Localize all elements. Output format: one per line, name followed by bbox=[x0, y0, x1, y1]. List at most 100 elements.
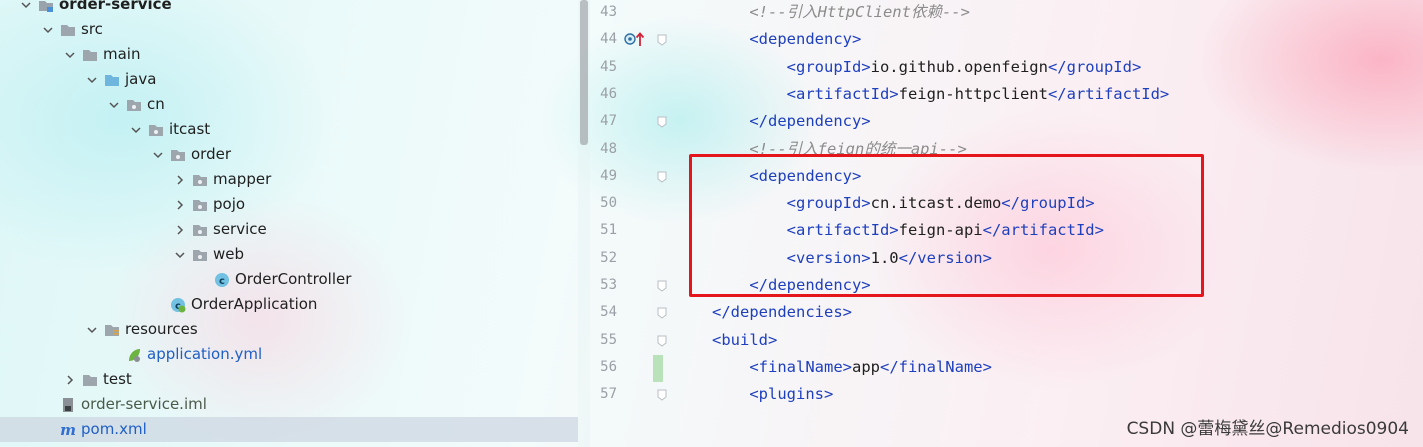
module-icon bbox=[38, 0, 54, 13]
xml-tag: </artifactId> bbox=[1047, 84, 1170, 103]
tree-item-label: mapper bbox=[213, 170, 272, 188]
tree-item-pom-xml[interactable]: m pom.xml bbox=[0, 417, 578, 442]
tree-item-label: test bbox=[103, 370, 132, 388]
tree-item-label: java bbox=[125, 70, 157, 88]
chevron-down-icon[interactable] bbox=[174, 249, 186, 261]
resources-folder-icon bbox=[104, 322, 120, 338]
tree-item-label: cn bbox=[147, 95, 165, 113]
tree-item-label: src bbox=[81, 20, 103, 38]
tree-item-label: pom.xml bbox=[81, 420, 147, 438]
changed-line-marker bbox=[653, 355, 663, 382]
line-number: 54 bbox=[600, 304, 617, 321]
watermark-text: CSDN @蕾梅黛丝@Remedios0904 bbox=[1126, 419, 1409, 439]
code-line[interactable]: <dependency> bbox=[712, 26, 861, 53]
implementation-gutter-icon[interactable] bbox=[624, 31, 646, 47]
line-number: 55 bbox=[600, 331, 617, 348]
tree-item-label: service bbox=[213, 220, 267, 238]
xml-tag: </dependencies> bbox=[712, 303, 852, 322]
xml-tag: </dependency> bbox=[712, 112, 871, 131]
line-number: 45 bbox=[600, 58, 617, 75]
chevron-down-icon[interactable] bbox=[152, 149, 164, 161]
folder-icon bbox=[82, 372, 98, 388]
folder-icon bbox=[60, 22, 76, 38]
project-scrollbar-thumb[interactable] bbox=[580, 0, 588, 145]
tree-item-order-service-iml[interactable]: order-service.iml bbox=[0, 392, 578, 417]
source-folder-icon bbox=[104, 72, 120, 88]
project-tree-panel: order-service src main java cn itcast order map… bbox=[0, 0, 578, 447]
tree-item-label: order-service bbox=[59, 0, 172, 13]
line-number: 52 bbox=[600, 249, 617, 266]
package-icon bbox=[170, 147, 186, 163]
tree-item-label: resources bbox=[125, 320, 198, 338]
tree-item-resources[interactable]: resources bbox=[0, 317, 578, 342]
xml-tag: <finalName> bbox=[712, 357, 852, 376]
chevron-down-icon[interactable] bbox=[42, 24, 54, 36]
code-line[interactable]: <plugins> bbox=[712, 381, 833, 408]
xml-tag: <plugins> bbox=[712, 385, 834, 404]
tree-item-application-yml[interactable]: application.yml bbox=[0, 342, 578, 367]
code-line[interactable]: </dependencies> bbox=[712, 299, 852, 326]
xml-tag: </finalName> bbox=[879, 357, 992, 376]
tree-item-pojo[interactable]: pojo bbox=[0, 192, 578, 217]
chevron-down-icon[interactable] bbox=[20, 0, 32, 11]
line-number: 57 bbox=[600, 386, 617, 403]
tree-item-mapper[interactable]: mapper bbox=[0, 167, 578, 192]
tree-item-order-service[interactable]: order-service bbox=[0, 0, 578, 17]
tree-item-main[interactable]: main bbox=[0, 42, 578, 67]
code-line[interactable]: <finalName>app</finalName> bbox=[712, 354, 992, 381]
tree-item-orderapplication[interactable]: c OrderApplication bbox=[0, 292, 578, 317]
iml-icon bbox=[60, 397, 76, 413]
chevron-down-icon[interactable] bbox=[130, 124, 142, 136]
package-icon bbox=[192, 197, 208, 213]
tree-item-label: pojo bbox=[213, 195, 246, 213]
tree-item-label: OrderController bbox=[235, 270, 352, 288]
svg-text:c: c bbox=[219, 276, 225, 287]
chevron-right-icon[interactable] bbox=[174, 174, 186, 186]
line-number: 50 bbox=[600, 195, 617, 212]
line-number: 49 bbox=[600, 167, 617, 184]
tree-item-web[interactable]: web bbox=[0, 242, 578, 267]
line-number: 56 bbox=[600, 358, 617, 375]
chevron-right-icon[interactable] bbox=[64, 374, 76, 386]
tree-item-java[interactable]: java bbox=[0, 67, 578, 92]
tree-item-test[interactable]: test bbox=[0, 367, 578, 392]
tree-item-cn[interactable]: cn bbox=[0, 92, 578, 117]
tree-item-label: main bbox=[103, 45, 141, 63]
tree-item-ordercontroller[interactable]: c OrderController bbox=[0, 267, 578, 292]
xml-tag: <artifactId> bbox=[712, 84, 899, 103]
xml-text: app bbox=[851, 357, 880, 376]
tree-item-service[interactable]: service bbox=[0, 217, 578, 242]
tree-item-src[interactable]: src bbox=[0, 17, 578, 42]
package-icon bbox=[192, 247, 208, 263]
line-number: 44 bbox=[600, 31, 617, 48]
code-line[interactable]: </dependency> bbox=[712, 108, 871, 135]
code-line[interactable]: <groupId>io.github.openfeign</groupId> bbox=[712, 54, 1142, 81]
class-icon: c bbox=[214, 272, 230, 288]
package-icon bbox=[148, 122, 164, 138]
chevron-right-icon[interactable] bbox=[174, 199, 186, 211]
chevron-down-icon[interactable] bbox=[86, 74, 98, 86]
xml-text: feign-httpclient bbox=[898, 84, 1048, 103]
chevron-down-icon[interactable] bbox=[108, 99, 120, 111]
tree-item-itcast[interactable]: itcast bbox=[0, 117, 578, 142]
code-line[interactable]: <artifactId>feign-httpclient</artifactId… bbox=[712, 81, 1170, 108]
tree-item-label: order bbox=[191, 145, 231, 163]
chevron-right-icon[interactable] bbox=[174, 224, 186, 236]
xml-tag: </groupId> bbox=[1047, 57, 1142, 76]
xml-tag: <groupId> bbox=[712, 57, 871, 76]
line-number: 43 bbox=[600, 4, 617, 20]
code-line[interactable]: <build> bbox=[712, 327, 777, 354]
line-number: 51 bbox=[600, 222, 617, 239]
chevron-down-icon[interactable] bbox=[64, 49, 76, 61]
line-number: 47 bbox=[600, 113, 617, 130]
maven-icon: m bbox=[60, 422, 76, 438]
spring-class-icon: c bbox=[170, 297, 186, 313]
tree-item-label: itcast bbox=[169, 120, 211, 138]
line-number: 46 bbox=[600, 85, 617, 102]
code-line[interactable]: <!--引入HttpClient依赖--> bbox=[712, 0, 970, 26]
folder-icon bbox=[82, 47, 98, 63]
tree-item-order[interactable]: order bbox=[0, 142, 578, 167]
tree-item-label: application.yml bbox=[147, 345, 263, 363]
chevron-down-icon[interactable] bbox=[86, 324, 98, 336]
xml-text: io.github.openfeign bbox=[870, 57, 1048, 76]
